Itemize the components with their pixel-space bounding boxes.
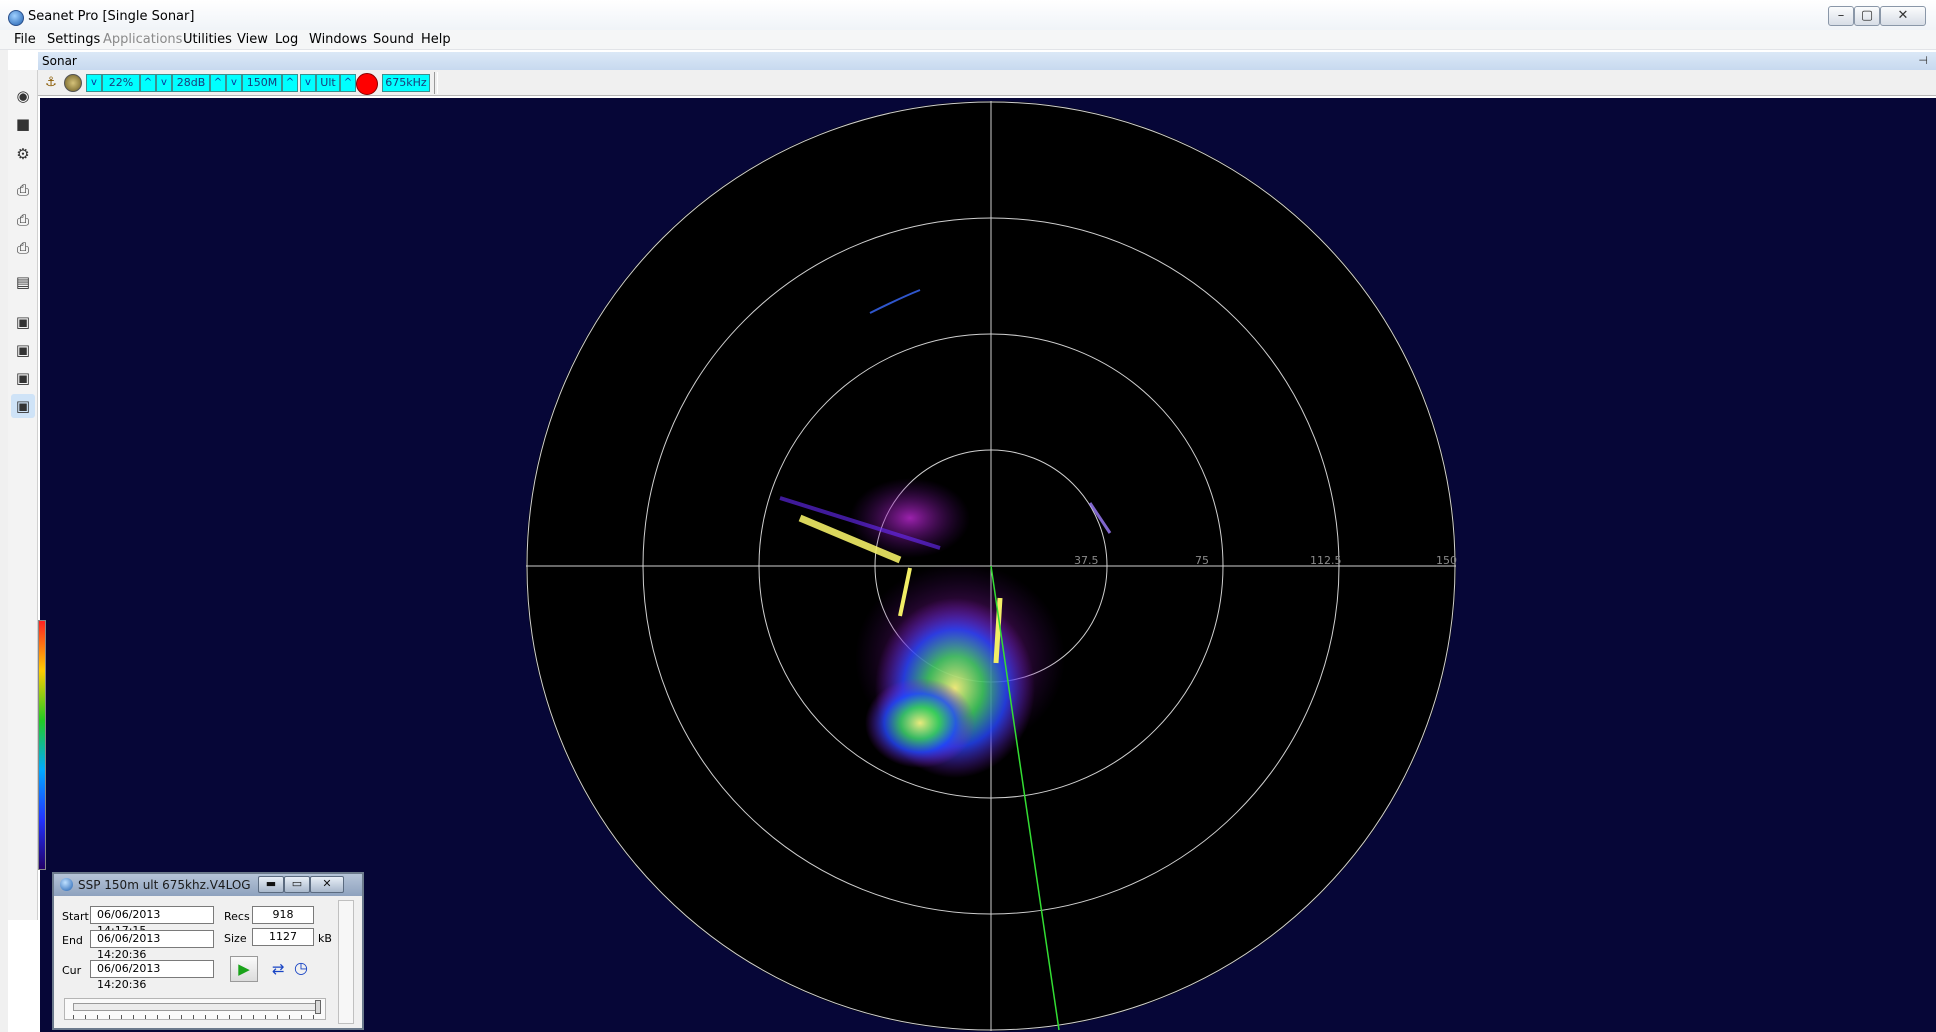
title-bar: Seanet Pro [Single Sonar] – ▢ ✕ bbox=[0, 0, 1936, 34]
sonar-head-3-icon[interactable]: ▣ bbox=[11, 366, 35, 390]
log-playback-panel: SSP 150m ult 675khz.V4LOG ▬ ▭ ✕ Start 06… bbox=[52, 872, 364, 1030]
window-title: Seanet Pro [Single Sonar] bbox=[28, 9, 195, 24]
timer-icon[interactable]: ◷ bbox=[294, 958, 308, 977]
settings-tools-icon[interactable]: ⚙ bbox=[11, 142, 35, 166]
menu-file[interactable]: File bbox=[14, 32, 36, 47]
printer-setup-icon[interactable]: ⎙ bbox=[11, 208, 35, 232]
menu-applications[interactable]: Applications bbox=[103, 32, 182, 47]
sonar-toolbar: ⚓ v 22% ^ v 28dB ^ v 150M ^ v Ult ^ 675k… bbox=[38, 70, 1936, 96]
log-scrollbar[interactable] bbox=[338, 900, 354, 1024]
end-time-field[interactable]: 06/06/2013 14:20:36 bbox=[90, 930, 214, 961]
resolution-up-button[interactable]: ^ bbox=[340, 74, 356, 92]
range-up-button[interactable]: ^ bbox=[282, 74, 298, 92]
frequency-value[interactable]: 675kHz bbox=[382, 74, 430, 92]
menu-help[interactable]: Help bbox=[421, 32, 451, 47]
gain-value[interactable]: 22% bbox=[102, 74, 140, 92]
log-app-icon bbox=[60, 878, 73, 891]
start-time-field[interactable]: 06/06/2013 14:17:15 bbox=[90, 906, 214, 937]
contrast-down-button[interactable]: v bbox=[156, 74, 172, 92]
menu-log[interactable]: Log bbox=[275, 32, 298, 47]
playback-slider[interactable] bbox=[64, 998, 326, 1020]
display-window-icon[interactable]: ▤ bbox=[11, 270, 35, 294]
menu-view[interactable]: View bbox=[237, 32, 268, 47]
app-icon[interactable] bbox=[8, 10, 24, 26]
loop-icon[interactable]: ⇄ bbox=[272, 960, 285, 978]
size-unit: kB bbox=[318, 932, 332, 945]
record-disc-icon[interactable]: ◉ bbox=[11, 84, 35, 108]
contrast-value[interactable]: 28dB bbox=[172, 74, 210, 92]
gain-up-button[interactable]: ^ bbox=[140, 74, 156, 92]
resolution-value[interactable]: Ult bbox=[316, 74, 340, 92]
left-edge bbox=[0, 50, 8, 1032]
slider-track bbox=[73, 1003, 317, 1011]
close-button[interactable]: ✕ bbox=[1880, 6, 1926, 26]
pin-icon[interactable]: ⊣ bbox=[1918, 54, 1928, 67]
range-label-1: 37.5 bbox=[1074, 554, 1099, 567]
log-close-button[interactable]: ✕ bbox=[310, 876, 344, 893]
record-button[interactable] bbox=[356, 73, 378, 95]
dial-icon[interactable] bbox=[64, 74, 82, 92]
slider-thumb[interactable] bbox=[315, 1000, 321, 1014]
log-file-title: SSP 150m ult 675khz.V4LOG bbox=[78, 878, 251, 892]
left-toolbar: ◉ ■ ⚙ ⎙ ⎙ ⎙ ▤ ▣ ▣ ▣ ▣ bbox=[8, 70, 38, 920]
menu-bar: File Settings Applications Utilities Vie… bbox=[0, 30, 1936, 50]
range-value[interactable]: 150M bbox=[242, 74, 282, 92]
start-label: Start bbox=[62, 910, 89, 923]
printer-icon[interactable]: ⎙ bbox=[11, 178, 35, 202]
play-button[interactable]: ▶ bbox=[230, 956, 258, 982]
range-label-2: 75 bbox=[1195, 554, 1209, 567]
toolbar-separator bbox=[434, 72, 438, 94]
end-label: End bbox=[62, 934, 83, 947]
cur-label: Cur bbox=[62, 964, 82, 977]
range-label-3: 112.5 bbox=[1310, 554, 1342, 567]
sonar-panel-header: Sonar ⊣ bbox=[38, 52, 1936, 70]
log-minimize-button[interactable]: ▬ bbox=[258, 876, 284, 893]
range-down-button[interactable]: v bbox=[226, 74, 242, 92]
sonar-head-4-icon[interactable]: ▣ bbox=[11, 394, 35, 418]
sonar-head-2-icon[interactable]: ▣ bbox=[11, 338, 35, 362]
menu-windows[interactable]: Windows bbox=[309, 32, 367, 47]
gain-down-button[interactable]: v bbox=[86, 74, 102, 92]
range-label-4: 150 bbox=[1436, 554, 1457, 567]
current-time-field[interactable]: 06/06/2013 14:20:36 bbox=[90, 960, 214, 991]
contrast-up-button[interactable]: ^ bbox=[210, 74, 226, 92]
recs-field[interactable]: 918 bbox=[252, 906, 314, 924]
menu-settings[interactable]: Settings bbox=[47, 32, 100, 47]
slider-ticks bbox=[73, 1015, 317, 1019]
resolution-down-button[interactable]: v bbox=[300, 74, 316, 92]
log-panel-titlebar[interactable]: SSP 150m ult 675khz.V4LOG ▬ ▭ ✕ bbox=[54, 874, 362, 896]
menu-sound[interactable]: Sound bbox=[373, 32, 414, 47]
size-field[interactable]: 1127 bbox=[252, 928, 314, 946]
stop-icon[interactable]: ■ bbox=[11, 112, 35, 136]
log-maximize-button[interactable]: ▭ bbox=[284, 876, 310, 893]
colour-scale-bar bbox=[38, 620, 46, 870]
recs-label: Recs bbox=[224, 910, 250, 923]
sonar-head-1-icon[interactable]: ▣ bbox=[11, 310, 35, 334]
menu-utilities[interactable]: Utilities bbox=[183, 32, 232, 47]
maximize-button[interactable]: ▢ bbox=[1854, 6, 1880, 26]
size-label: Size bbox=[224, 932, 247, 945]
print-preview-icon[interactable]: ⎙ bbox=[11, 236, 35, 260]
minimize-button[interactable]: – bbox=[1828, 6, 1854, 26]
sonar-panel-title: Sonar bbox=[42, 54, 77, 68]
diver-icon[interactable]: ⚓ bbox=[42, 74, 60, 92]
